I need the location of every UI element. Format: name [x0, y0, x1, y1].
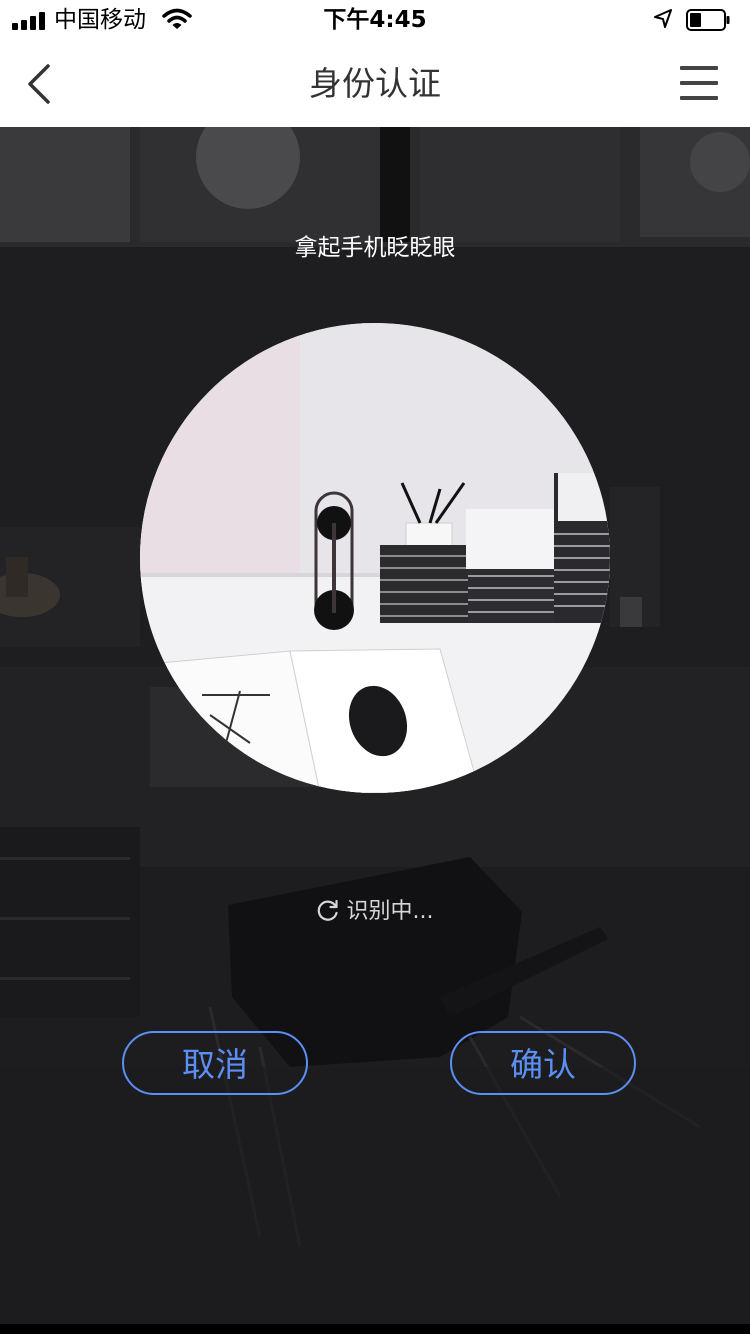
location-arrow-icon [654, 9, 672, 28]
menu-icon[interactable] [680, 66, 720, 102]
home-indicator-strip [0, 1324, 750, 1334]
navigation-bar: 身份认证 [0, 40, 750, 127]
cancel-button[interactable]: 取消 [122, 1031, 308, 1095]
face-capture-circle [140, 323, 610, 793]
recognition-status: 识别中... [0, 897, 750, 927]
page-title: 身份认证 [309, 64, 441, 103]
status-text: 识别中... [346, 899, 434, 924]
confirm-button[interactable]: 确认 [450, 1031, 636, 1095]
loading-spinner-icon [317, 899, 338, 921]
battery-icon [686, 9, 730, 31]
camera-preview: 拿起手机眨眨眼 识别中... 取消 确认 [0, 127, 750, 1324]
instruction-text: 拿起手机眨眨眼 [294, 235, 456, 261]
camera-scene-image [140, 323, 610, 793]
clock-time: 下午4:45 [323, 7, 427, 33]
status-bar: 中国移动 下午4:45 [0, 0, 750, 40]
